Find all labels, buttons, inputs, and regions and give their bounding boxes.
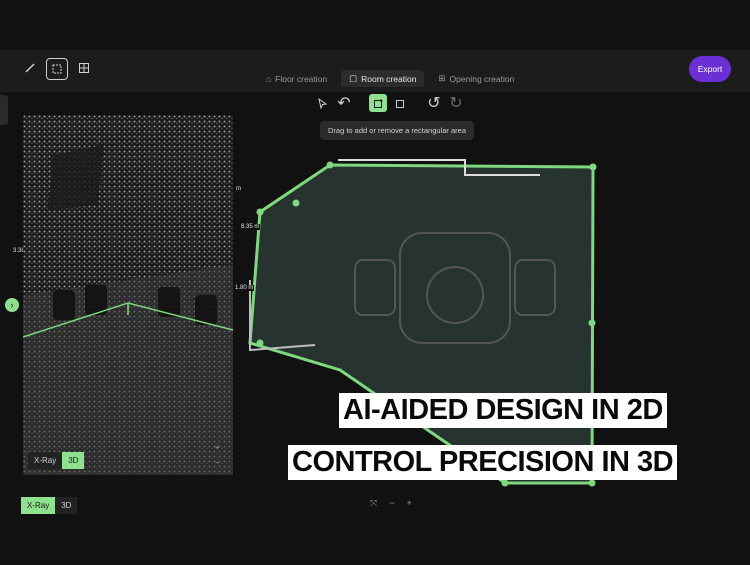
export-button[interactable]: Export (689, 56, 731, 82)
pane-zoom-controls: + − (215, 443, 220, 467)
edit-toolbar: ↶ ↺ ↻ (313, 94, 465, 112)
expand-panel-button[interactable]: › (5, 298, 19, 312)
dimension-label: 8.35 m (240, 224, 261, 230)
view-mode-toggle: X-Ray 3D (28, 452, 85, 469)
tab-room-creation[interactable]: ▢ Room creation (341, 70, 425, 87)
view-mode-toggle-outer: X-Ray 3D (21, 497, 78, 514)
select-area-icon[interactable] (46, 58, 68, 80)
xray-option[interactable]: X-Ray (28, 452, 63, 469)
xray-option[interactable]: X-Ray (21, 497, 56, 514)
tab-floor-creation[interactable]: ⌂ Floor creation (258, 70, 335, 87)
undo-icon[interactable]: ↺ (425, 94, 443, 112)
3d-option[interactable]: 3D (62, 452, 85, 469)
house-icon: ⌂ (266, 73, 272, 84)
left-tools (20, 58, 94, 80)
3d-option[interactable]: 3D (55, 497, 78, 514)
canvas-controls: ⤧ − + (370, 498, 412, 509)
remove-area-icon[interactable] (391, 94, 409, 112)
tab-label: Opening creation (449, 73, 515, 84)
banner-line-2: CONTROL PRECISION IN 3D (288, 445, 678, 480)
add-area-icon[interactable] (369, 94, 387, 112)
fit-view-icon[interactable]: ⤧ (370, 498, 377, 509)
undo-arrow-icon[interactable]: ↶ (335, 94, 353, 112)
3d-preview-pane[interactable] (23, 115, 233, 475)
tab-label: Floor creation (275, 73, 328, 84)
dimension-label: 1.80 m (234, 285, 255, 291)
zoom-in-button[interactable]: + (215, 443, 220, 452)
zoom-in-button[interactable]: + (406, 498, 411, 509)
mode-tabs: ⌂ Floor creation ▢ Room creation ⊞ Openi… (258, 70, 522, 87)
grid-icon[interactable] (74, 58, 94, 78)
banner-line-1: AI-AIDED DESIGN IN 2D (339, 393, 667, 428)
ruler-icon[interactable] (20, 58, 40, 78)
tab-opening-creation[interactable]: ⊞ Opening creation (430, 70, 522, 87)
redo-icon[interactable]: ↻ (447, 94, 465, 112)
dimension-label: m (235, 186, 242, 192)
zoom-out-button[interactable]: − (389, 498, 394, 509)
point-cloud-view (23, 115, 233, 475)
zoom-out-button[interactable]: − (215, 458, 220, 467)
sidebar-handle[interactable] (0, 95, 8, 125)
window-icon: ⊞ (438, 73, 446, 83)
room-icon: ▢ (349, 73, 358, 83)
room-polygon[interactable] (248, 163, 595, 485)
tab-label: Room creation (361, 73, 417, 84)
pointer-icon[interactable] (313, 94, 331, 112)
